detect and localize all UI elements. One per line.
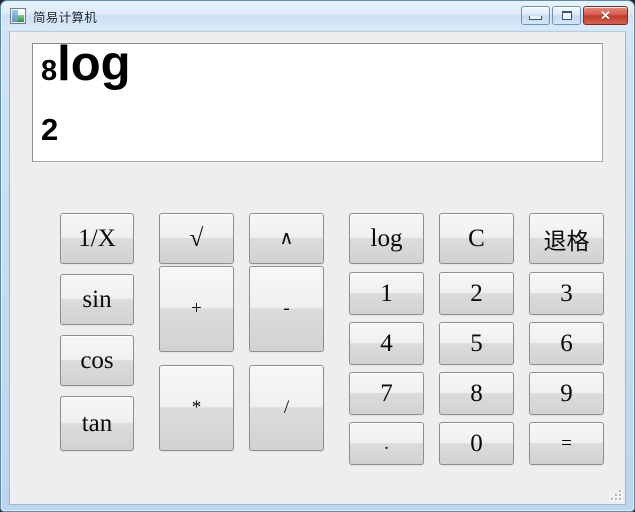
divide-button[interactable]: /	[249, 365, 324, 451]
sin-button[interactable]: sin	[60, 274, 134, 325]
add-button[interactable]: +	[159, 266, 234, 352]
minimize-button[interactable]	[521, 6, 550, 25]
display-operand: 8	[41, 55, 58, 87]
calculator-display: 8log 2	[32, 43, 603, 162]
window-title: 简易计算机	[33, 10, 98, 25]
digit-6-button[interactable]: 6	[529, 322, 604, 365]
client-area: 8log 2 1/X sin cos tan √ ∧ + - * / log C 退格 1 2 3 4 5 6 7 8 9…	[9, 31, 626, 505]
close-icon: ✕	[600, 8, 611, 23]
close-button[interactable]: ✕	[583, 6, 628, 25]
digit-5-button[interactable]: 5	[439, 322, 514, 365]
caption-button-group: ✕	[521, 6, 628, 25]
tan-button[interactable]: tan	[60, 396, 134, 451]
subtract-button[interactable]: -	[249, 266, 324, 352]
digit-0-button[interactable]: 0	[439, 422, 514, 465]
title-bar[interactable]: 简易计算机 ✕	[2, 2, 633, 30]
display-operator: log	[57, 43, 131, 91]
log-button[interactable]: log	[349, 213, 424, 264]
digit-8-button[interactable]: 8	[439, 372, 514, 415]
display-expression-line: 8log	[41, 43, 131, 91]
decimal-point-button[interactable]: .	[349, 422, 424, 465]
backspace-button[interactable]: 退格	[529, 213, 604, 264]
power-button[interactable]: ∧	[249, 213, 324, 264]
digit-2-button[interactable]: 2	[439, 272, 514, 315]
maximize-icon	[561, 11, 572, 20]
digit-4-button[interactable]: 4	[349, 322, 424, 365]
digit-9-button[interactable]: 9	[529, 372, 604, 415]
application-window: 简易计算机 ✕ 8log 2 1/X sin cos tan √ ∧ + - * / log C 退格 1…	[0, 0, 635, 512]
app-icon	[10, 8, 26, 24]
reciprocal-button[interactable]: 1/X	[60, 213, 134, 264]
resize-grip-icon[interactable]	[609, 488, 622, 501]
cos-button[interactable]: cos	[60, 335, 134, 386]
equals-button[interactable]: =	[529, 422, 604, 465]
digit-3-button[interactable]: 3	[529, 272, 604, 315]
digit-7-button[interactable]: 7	[349, 372, 424, 415]
display-result-line: 2	[41, 112, 59, 147]
minimize-icon	[529, 16, 542, 20]
clear-button[interactable]: C	[439, 213, 514, 264]
sqrt-button[interactable]: √	[159, 213, 234, 264]
maximize-button[interactable]	[552, 6, 581, 25]
multiply-button[interactable]: *	[159, 365, 234, 451]
digit-1-button[interactable]: 1	[349, 272, 424, 315]
